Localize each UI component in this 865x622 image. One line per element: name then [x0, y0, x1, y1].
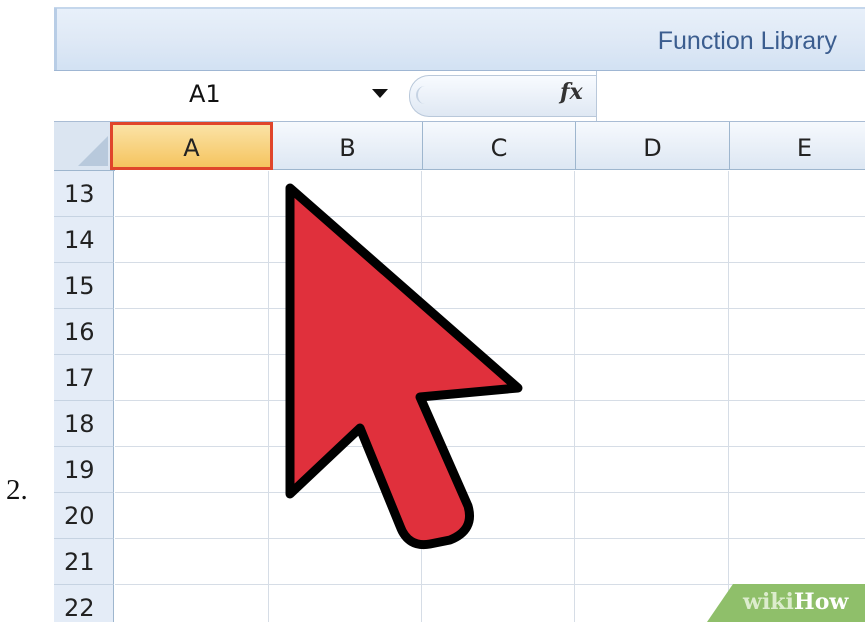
arrow-cursor-icon: [285, 183, 523, 550]
name-box-value[interactable]: A1: [189, 80, 221, 108]
row-header-14[interactable]: 14: [54, 217, 114, 263]
select-all-corner[interactable]: [54, 122, 115, 171]
row-header-22[interactable]: 22: [54, 585, 114, 622]
watermark-wiki: wiki: [743, 589, 794, 615]
row-header-13[interactable]: 13: [54, 171, 114, 217]
formula-bar: A1 fx: [54, 71, 865, 122]
column-header-a[interactable]: A: [110, 122, 273, 170]
row-header-20[interactable]: 20: [54, 493, 114, 539]
column-header-e[interactable]: E: [730, 122, 865, 170]
row-header-19[interactable]: 19: [54, 447, 114, 493]
select-all-triangle-icon: [78, 136, 108, 166]
step-number: 2.: [6, 474, 28, 506]
ribbon: Function Library: [54, 0, 865, 71]
insert-function-box: fx: [409, 75, 596, 117]
row-header-18[interactable]: 18: [54, 401, 114, 447]
column-gridline: [268, 171, 269, 622]
row-header-17[interactable]: 17: [54, 355, 114, 401]
insert-function-icon[interactable]: fx: [560, 79, 583, 105]
column-gridline: [574, 171, 575, 622]
watermark-text: wikiHow: [743, 589, 848, 615]
function-library-group-label: Function Library: [657, 27, 837, 55]
column-header-b[interactable]: B: [273, 122, 423, 170]
formula-input[interactable]: [596, 71, 865, 121]
row-header-15[interactable]: 15: [54, 263, 114, 309]
ribbon-left-edge: [54, 8, 57, 70]
row-header-16[interactable]: 16: [54, 309, 114, 355]
column-header-d[interactable]: D: [576, 122, 730, 170]
ribbon-top-line: [54, 7, 865, 9]
column-gridline: [728, 171, 729, 622]
fx-box-cap: [416, 86, 426, 104]
cursor-shape: [285, 183, 523, 550]
name-box[interactable]: A1: [54, 71, 354, 121]
watermark-how: How: [793, 589, 849, 615]
column-header-c[interactable]: C: [423, 122, 576, 170]
chevron-down-icon[interactable]: [372, 89, 388, 98]
wikihow-watermark: wikiHow: [707, 584, 865, 622]
row-header-21[interactable]: 21: [54, 539, 114, 585]
